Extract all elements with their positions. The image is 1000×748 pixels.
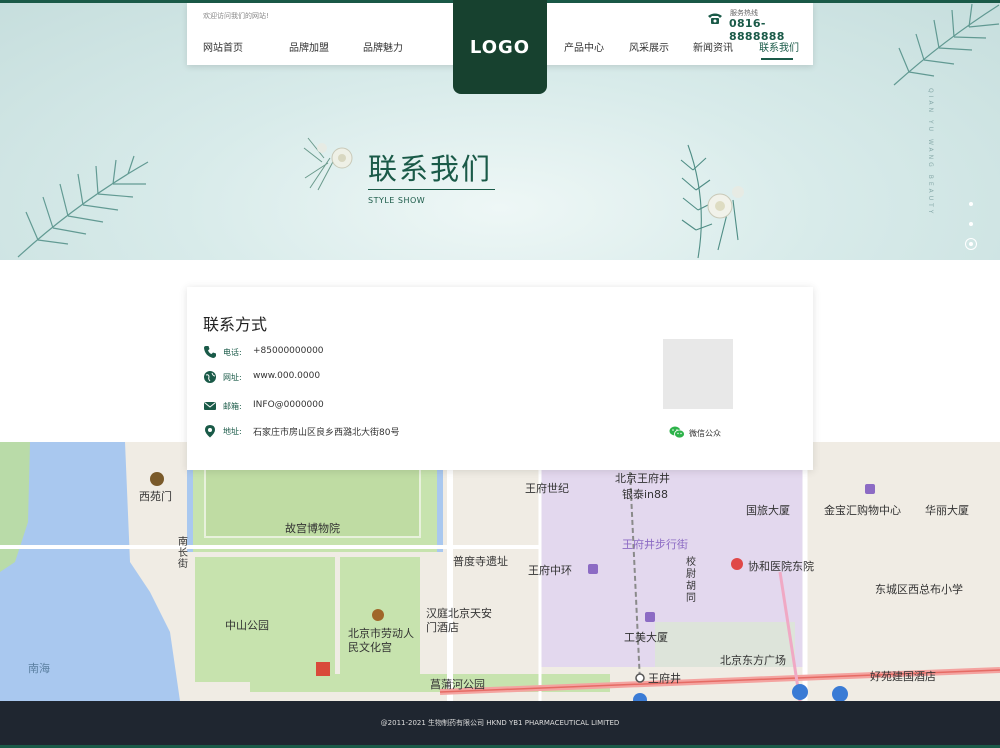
nav-active-underline	[761, 58, 793, 60]
map-label: 南长街	[178, 537, 188, 570]
page-subtitle: STYLE SHOW	[368, 196, 426, 205]
map-label: 工美大厦	[624, 631, 668, 644]
map-label: 银泰in88	[622, 488, 669, 501]
nav-item-news[interactable]: 新闻资讯	[693, 39, 733, 54]
map-label: 北京市劳动人民文化宫	[348, 627, 414, 654]
title-divider	[368, 189, 495, 190]
map-label: 华丽大厦	[925, 504, 969, 517]
address-value: 石家庄市房山区良乡西潞北大街80号	[253, 428, 400, 438]
page-title: 联系我们	[368, 152, 493, 186]
address-label: 地址:	[223, 427, 242, 436]
map-label: 中山公园	[225, 619, 269, 632]
map-label: 西苑门	[139, 490, 172, 503]
email-value[interactable]: INFO@0000000	[253, 400, 324, 410]
wechat-icon	[669, 426, 685, 439]
location-pin-icon	[205, 425, 215, 438]
email-label: 邮箱:	[223, 402, 242, 411]
map-label: 金宝汇购物中心	[824, 504, 901, 517]
welcome-text: 欢迎访问我们的网站!	[203, 12, 269, 20]
map-label: 北京东方广场	[720, 654, 786, 667]
site-logo[interactable]: LOGO	[453, 0, 547, 94]
contact-title: 联系方式	[203, 315, 268, 334]
nav-item-franchise[interactable]: 品牌加盟	[289, 39, 329, 54]
website-value[interactable]: www.000.0000	[253, 371, 320, 381]
map-label: 菖蒲河公园	[430, 678, 485, 691]
copyright-text: @2011-2021 生物制药有限公司 HKND YB1 PHARMACEUTI…	[380, 719, 620, 727]
globe-icon	[204, 371, 216, 383]
map-label: 协和医院东院	[748, 560, 814, 573]
map-label: 故宫博物院	[285, 522, 340, 535]
phone-icon	[204, 346, 216, 358]
contact-card: 联系方式 电话: +85000000000 网址: www.000.0000 邮…	[187, 287, 813, 470]
map-label: 国旅大厦	[746, 504, 790, 517]
map-label: 普度寺遗址	[453, 555, 508, 568]
website-label: 网址:	[223, 373, 242, 382]
site-footer: @2011-2021 生物制药有限公司 HKND YB1 PHARMACEUTI…	[0, 701, 1000, 748]
phone-label: 电话:	[223, 348, 242, 357]
hotline-number: 0816-8888888	[729, 17, 785, 43]
logo-text: LOGO	[469, 36, 531, 58]
nav-item-products[interactable]: 产品中心	[564, 39, 604, 54]
map-label: 东城区西总布小学	[875, 583, 963, 596]
map-label: 王府井步行街	[622, 538, 688, 551]
wechat-qr-code	[663, 339, 733, 409]
slider-dot[interactable]	[969, 202, 973, 206]
vertical-brand-text: QIAN YU WANG BEAUTY	[927, 88, 934, 217]
map-label-lake: 南海	[28, 662, 50, 675]
palm-leaf-left-decoration	[17, 155, 149, 258]
map-label: 王府世纪	[525, 482, 569, 495]
phone-value: +85000000000	[253, 346, 324, 356]
map-label: 校尉胡同	[686, 557, 696, 604]
slider-dot[interactable]	[969, 222, 973, 226]
mail-icon	[204, 402, 216, 410]
slider-dot-active[interactable]	[965, 238, 977, 250]
map-graphic	[0, 442, 1000, 701]
location-map[interactable]: 西苑门 故宫博物院 南长街 普度寺遗址 王府世纪 北京王府井 银泰in88 王府…	[0, 442, 1000, 701]
map-label: 汉庭北京天安门酒店	[426, 607, 492, 634]
banner: 欢迎访问我们的网站! 网站首页 品牌加盟 品牌魅力 产品中心 风采展示 新闻资讯…	[0, 0, 1000, 260]
map-label: 好苑建国酒店	[870, 670, 936, 683]
nav-item-home[interactable]: 网站首页	[203, 39, 243, 54]
wechat-label: 微信公众	[689, 429, 721, 438]
nav-item-brand-charm[interactable]: 品牌魅力	[363, 39, 403, 54]
flower-bouquet-left-decoration	[303, 137, 353, 191]
map-label: 王府井	[648, 672, 681, 685]
flower-bouquet-right-decoration	[680, 144, 744, 259]
telephone-icon	[708, 13, 722, 24]
map-label: 王府中环	[528, 564, 572, 577]
map-label: 北京王府井	[615, 472, 670, 485]
palm-leaf-right-decoration	[893, 3, 1000, 86]
nav-item-showcase[interactable]: 风采展示	[629, 39, 669, 54]
